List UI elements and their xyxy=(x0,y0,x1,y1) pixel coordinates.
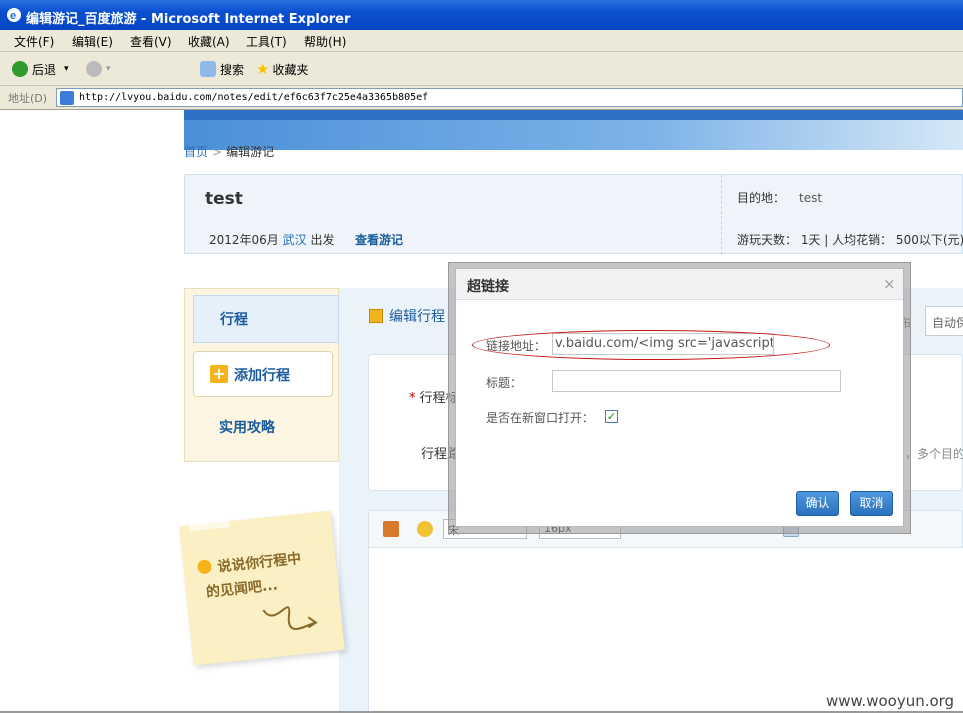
sticky-note-line1: 说说你行程中 xyxy=(216,550,302,576)
link-title-label: 标题： xyxy=(486,376,523,390)
address-label: 地址(D) xyxy=(8,92,48,105)
menu-edit[interactable]: 编辑(E) xyxy=(72,33,113,50)
favorites-button[interactable]: ★ 收藏夹 xyxy=(256,60,308,78)
required-mark: * xyxy=(409,391,416,406)
emoji-icon[interactable] xyxy=(417,521,433,537)
link-title-input[interactable] xyxy=(552,370,841,392)
add-itinerary-button[interactable]: + 添加行程 xyxy=(193,351,333,397)
new-window-checkbox[interactable]: ✓ xyxy=(605,410,618,423)
top-banner-strip xyxy=(184,110,963,120)
image-icon[interactable] xyxy=(383,521,399,537)
tab-itinerary[interactable]: 行程 xyxy=(193,295,339,343)
menu-view[interactable]: 查看(V) xyxy=(130,33,172,50)
window-titlebar: e 编辑游记_百度旅游 - Microsoft Internet Explore… xyxy=(0,0,963,30)
forward-arrow-icon xyxy=(86,61,102,77)
tape-decoration xyxy=(188,515,230,532)
note-title: test xyxy=(205,189,243,209)
note-depart: 出发 xyxy=(310,233,335,247)
confirm-button[interactable]: 确认 xyxy=(796,491,839,516)
address-input[interactable]: http://lvyou.baidu.com/notes/edit/ef6c63… xyxy=(56,88,963,107)
address-bar: 地址(D) http://lvyou.baidu.com/notes/edit/… xyxy=(0,86,963,110)
note-city-link[interactable]: 武汉 xyxy=(283,233,307,247)
editor-content-area[interactable] xyxy=(368,548,963,713)
dialog-header xyxy=(456,269,903,300)
window-title: 编辑游记_百度旅游 - Microsoft Internet Explorer xyxy=(26,12,351,27)
destination-line: 目的地： test xyxy=(737,189,822,206)
curly-arrow-icon xyxy=(262,606,318,630)
new-window-label: 是否在新窗口打开： xyxy=(486,411,595,425)
breadcrumb-home[interactable]: 首页 xyxy=(184,145,208,159)
forward-button[interactable]: ▾ xyxy=(86,60,111,78)
pencil-icon xyxy=(369,309,383,323)
edit-panel-title: 编辑行程 xyxy=(389,309,445,325)
back-arrow-icon xyxy=(12,61,28,77)
ie-logo-icon: e xyxy=(7,8,21,22)
destination-label: 目的地： xyxy=(737,191,786,205)
cancel-button[interactable]: 取消 xyxy=(850,491,893,516)
side-tabs: 行程 + 添加行程 实用攻略 xyxy=(184,288,339,462)
menu-file[interactable]: 文件(F) xyxy=(14,33,54,50)
menu-tools[interactable]: 工具(T) xyxy=(246,33,287,50)
svg-text:e: e xyxy=(10,10,16,22)
info-divider xyxy=(721,175,722,255)
breadcrumb: 首页 > 编辑游记 xyxy=(184,143,274,160)
close-icon[interactable]: × xyxy=(883,275,896,293)
view-note-link[interactable]: 查看游记 xyxy=(355,231,403,248)
browser-toolbar: 后退 ▾ ▾ 搜索 ★ 收藏夹 xyxy=(0,52,963,129)
days-cost-line: 游玩天数： 1天 | 人均花销： 500以下(元) xyxy=(737,233,963,247)
back-button[interactable]: 后退 ▾ xyxy=(12,60,69,78)
address-url: http://lvyou.baidu.com/notes/edit/ef6c63… xyxy=(79,92,429,103)
note-date-line: 2012年06月 武汉 出发 xyxy=(209,231,335,248)
breadcrumb-separator: > xyxy=(212,145,223,159)
destination-hint: ，多个目的地 xyxy=(905,447,963,461)
search-icon xyxy=(200,61,216,77)
search-button[interactable]: 搜索 xyxy=(200,60,244,78)
note-info-box: test 2012年06月 武汉 出发 查看游记 目的地： test 游玩天数： … xyxy=(184,174,963,255)
star-icon: ★ xyxy=(256,60,270,78)
add-itinerary-label: 添加行程 xyxy=(234,368,290,384)
destination-value: test xyxy=(799,191,823,205)
dialog-title: 超链接 xyxy=(467,279,509,295)
sticky-note: 说说你行程中 的见闻吧... xyxy=(179,510,345,666)
highlight-oval xyxy=(472,330,830,360)
edit-panel-header: 编辑行程 xyxy=(369,306,445,326)
autosave-button[interactable]: 自动保 xyxy=(925,306,963,336)
note-date: 2012年06月 xyxy=(209,233,279,247)
plus-icon: + xyxy=(210,365,228,383)
tab-guide[interactable]: 实用攻略 xyxy=(219,417,275,437)
sticky-note-line2: 的见闻吧... xyxy=(205,577,279,601)
menu-bar: 文件(F) 编辑(E) 查看(V) 收藏(A) 工具(T) 帮助(H) xyxy=(0,30,963,52)
menu-help[interactable]: 帮助(H) xyxy=(304,33,346,50)
menu-favorites[interactable]: 收藏(A) xyxy=(188,33,230,50)
breadcrumb-current: 编辑游记 xyxy=(226,145,275,159)
lightbulb-icon xyxy=(196,559,213,575)
hyperlink-dialog: 超链接 × 链接地址： v.baidu.com/<img src='javasc… xyxy=(455,268,904,527)
watermark: www.wooyun.org xyxy=(826,692,955,710)
page-icon xyxy=(60,91,74,105)
